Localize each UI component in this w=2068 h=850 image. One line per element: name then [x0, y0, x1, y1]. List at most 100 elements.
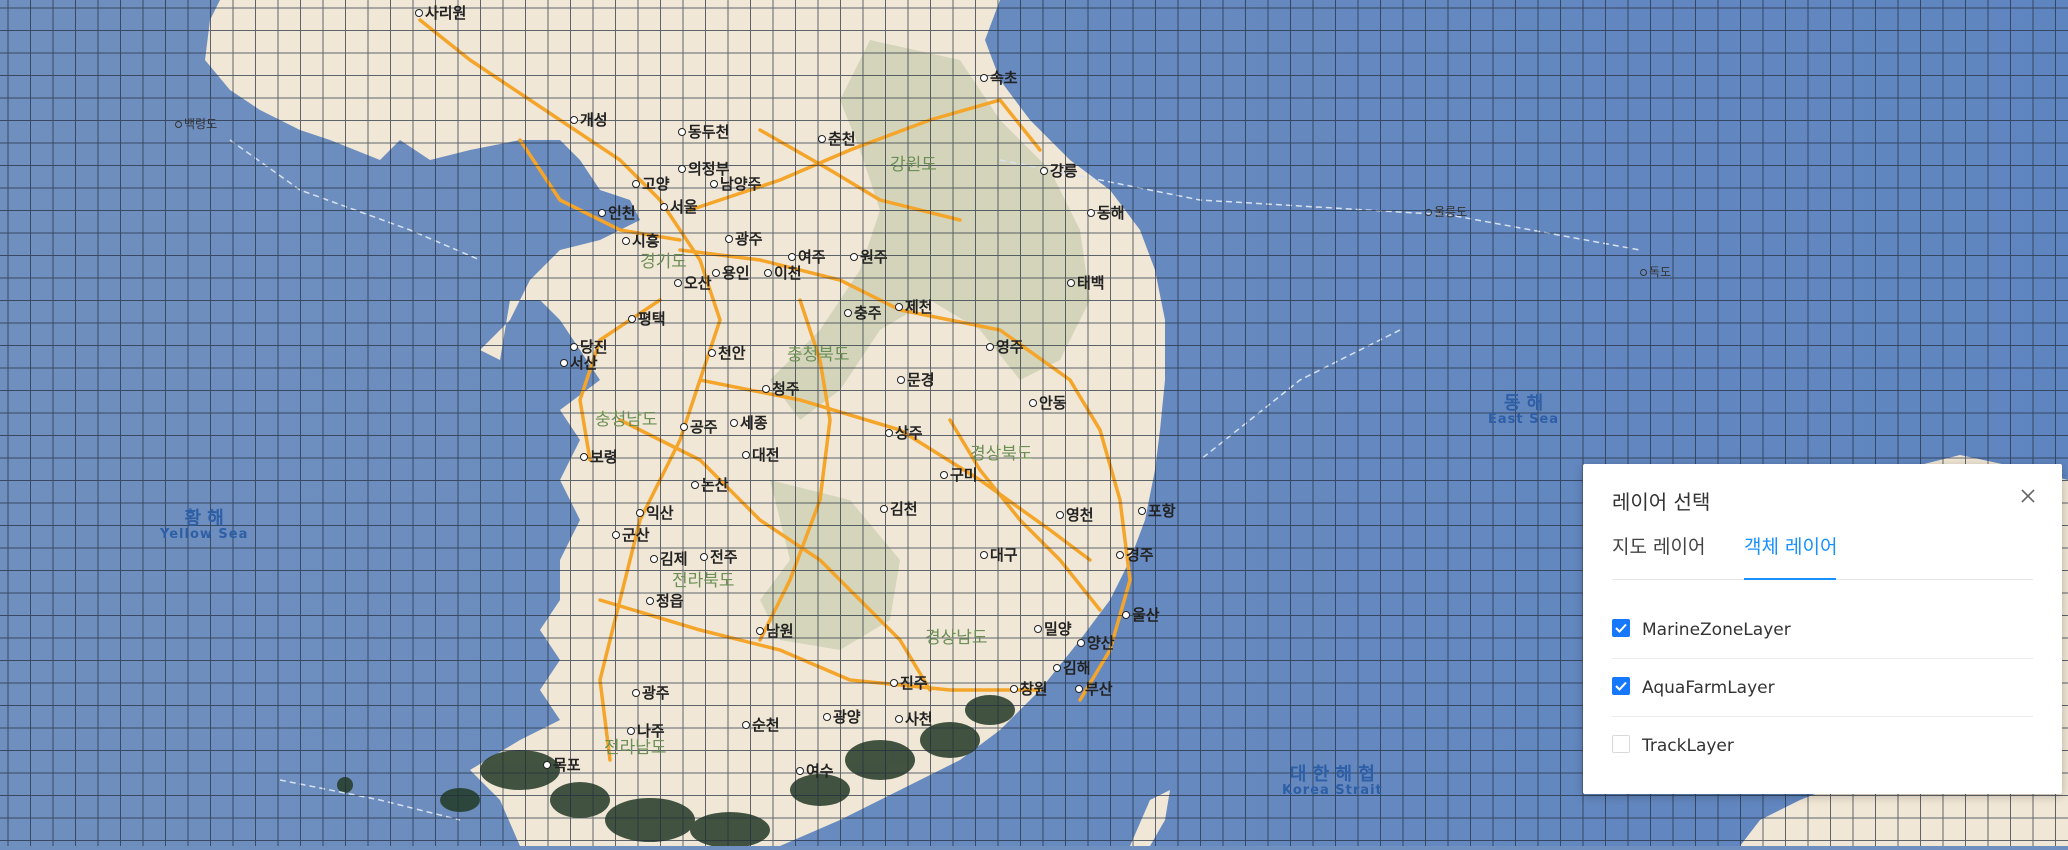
sea-label: 황 해 Yellow Sea [160, 508, 249, 542]
city-label: 오산 [674, 276, 712, 291]
city-label: 문경 [897, 373, 935, 388]
layer-select-panel: 레이어 선택 지도 레이어 객체 레이어 MarineZoneLayer Aqu… [1583, 464, 2062, 794]
city-label: 속초 [980, 71, 1018, 86]
city-label: 원주 [850, 250, 888, 265]
island-label: 독도 [1640, 266, 1671, 278]
layer-label: MarineZoneLayer [1642, 620, 1791, 640]
city-label: 울산 [1122, 608, 1160, 623]
province-label: 경상남도 [925, 628, 988, 648]
city-label: 천안 [708, 346, 746, 361]
city-label: 서산 [560, 356, 598, 371]
marinezone-checkbox[interactable] [1612, 619, 1630, 637]
aquafarm-checkbox[interactable] [1612, 677, 1630, 695]
city-label: 목포 [543, 758, 581, 773]
close-icon [2021, 489, 2035, 503]
province-label: 전라북도 [672, 571, 735, 591]
layer-item-marinezone[interactable]: MarineZoneLayer [1612, 600, 2033, 659]
city-label: 여수 [796, 764, 834, 779]
city-label: 당진 [570, 340, 608, 355]
sea-name-english: Korea Strait [1282, 783, 1383, 798]
city-label: 김제 [650, 552, 688, 567]
check-icon [1615, 681, 1627, 691]
city-label: 경주 [1116, 548, 1154, 563]
active-tab-indicator [1744, 578, 1836, 580]
city-label: 안동 [1029, 396, 1067, 411]
city-label: 동두천 [678, 125, 729, 140]
city-label: 논산 [691, 478, 729, 493]
tab-object-layer[interactable]: 객체 레이어 [1744, 532, 1837, 578]
city-label: 고양 [632, 177, 670, 192]
city-label: 양산 [1077, 636, 1115, 651]
city-label: 공주 [680, 420, 718, 435]
city-label: 용인 [712, 266, 750, 281]
city-label: 이천 [764, 266, 802, 281]
city-label: 보령 [580, 450, 618, 465]
province-label: 강원도 [890, 155, 937, 175]
city-label: 김해 [1053, 661, 1091, 676]
city-label: 태백 [1067, 276, 1105, 291]
city-label: 사천 [895, 712, 933, 727]
province-label: 충청남도 [595, 410, 658, 430]
layer-label: AquaFarmLayer [1642, 678, 1775, 698]
city-label: 김천 [880, 502, 918, 517]
city-label: 영주 [986, 340, 1024, 355]
city-label: 대전 [742, 448, 780, 463]
province-label: 경상북도 [970, 444, 1033, 464]
sea-name-english: Yellow Sea [160, 527, 249, 542]
city-label: 익산 [636, 506, 674, 521]
city-label: 부산 [1075, 682, 1113, 697]
province-label: 충청북도 [787, 345, 850, 365]
city-label: 대구 [980, 548, 1018, 563]
province-label: 전라남도 [604, 738, 667, 758]
layer-tabs: 지도 레이어 객체 레이어 [1612, 532, 2033, 580]
city-label: 영천 [1056, 508, 1094, 523]
city-label: 남양주 [710, 177, 761, 192]
city-label: 충주 [844, 306, 882, 321]
sea-name-korean: 황 해 [184, 508, 224, 529]
city-label: 나주 [627, 724, 665, 739]
city-label: 전주 [700, 550, 738, 565]
city-label: 정읍 [646, 594, 684, 609]
province-label: 경기도 [640, 252, 687, 272]
sea-label: 대 한 해 협 Korea Strait [1282, 764, 1383, 798]
city-label: 사리원 [415, 6, 466, 21]
city-label: 강릉 [1040, 164, 1078, 179]
city-label: 동해 [1087, 206, 1125, 221]
city-label: 여주 [788, 250, 826, 265]
island-label: 울릉도 [1425, 206, 1467, 218]
layer-label: TrackLayer [1642, 736, 1734, 756]
city-label: 세종 [730, 416, 768, 431]
sea-name-korean: 동 해 [1503, 393, 1544, 414]
sea-name-english: East Sea [1488, 412, 1560, 427]
city-label: 광양 [823, 710, 861, 725]
panel-title: 레이어 선택 [1612, 490, 1711, 514]
city-label: 구미 [940, 468, 978, 483]
city-label: 창원 [1010, 682, 1048, 697]
city-label: 포항 [1138, 504, 1176, 519]
track-checkbox[interactable] [1612, 735, 1630, 753]
tab-map-layer[interactable]: 지도 레이어 [1612, 532, 1705, 578]
city-label: 광주 [725, 232, 763, 247]
city-label: 청주 [762, 382, 800, 397]
sea-label: 동 해 East Sea [1488, 393, 1560, 427]
layer-item-track[interactable]: TrackLayer [1612, 716, 2033, 774]
city-label: 춘천 [818, 132, 856, 147]
city-label: 상주 [885, 426, 923, 441]
city-label: 개성 [570, 113, 608, 128]
city-label: 인천 [598, 206, 636, 221]
check-icon [1615, 623, 1627, 633]
city-label: 진주 [890, 676, 928, 691]
city-label: 군산 [612, 528, 650, 543]
sea-name-korean: 대 한 해 협 [1289, 764, 1375, 785]
city-label: 시흥 [622, 234, 660, 249]
close-button[interactable] [2016, 484, 2040, 508]
island-label: 백령도 [175, 118, 217, 130]
layer-item-aquafarm[interactable]: AquaFarmLayer [1612, 658, 2033, 717]
city-label: 밀양 [1034, 622, 1072, 637]
city-label: 서울 [660, 200, 698, 215]
city-label: 남원 [756, 624, 794, 639]
city-label: 제천 [895, 300, 933, 315]
city-label: 평택 [628, 312, 666, 327]
city-label: 순천 [742, 718, 780, 733]
city-label: 광주 [632, 686, 670, 701]
